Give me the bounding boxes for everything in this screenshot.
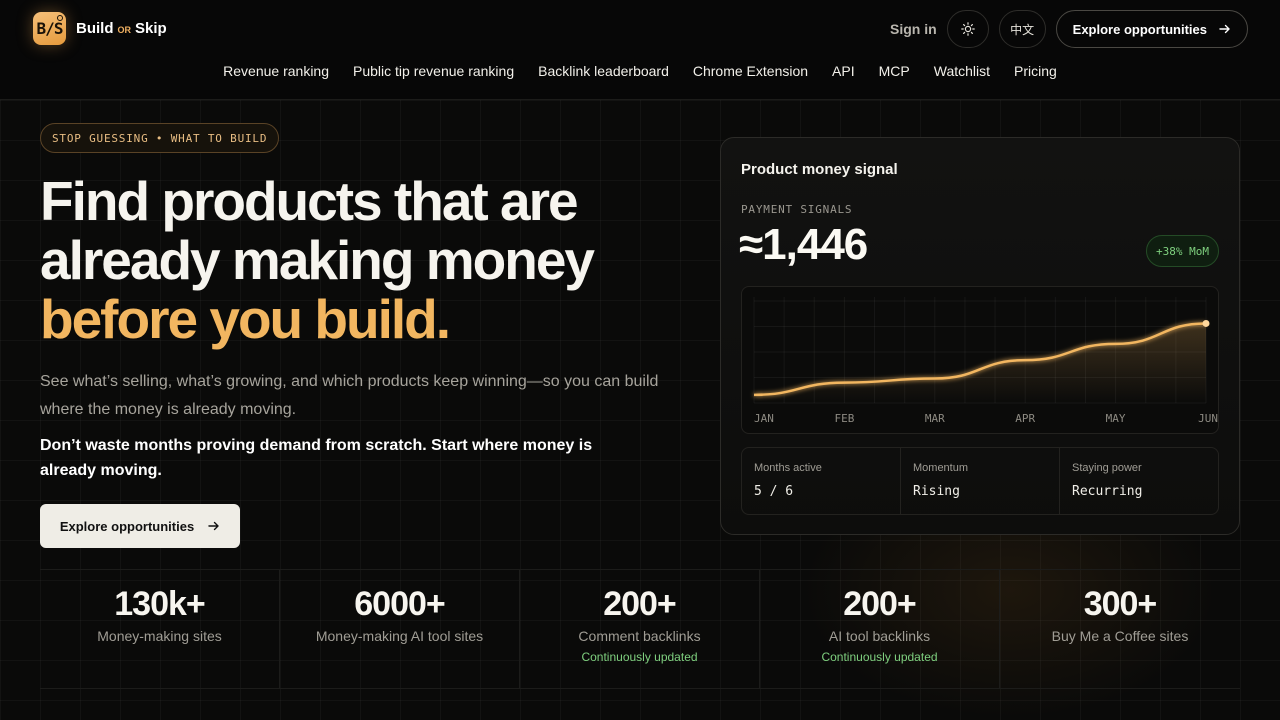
hero-title: Find products that are already making mo… [40,172,680,349]
nav-public-tip-revenue-ranking[interactable]: Public tip revenue ranking [353,63,514,79]
logo-mark-icon: B/S [33,12,66,45]
hero-title-line1: Find products that are [40,170,579,232]
signal-chart: JAN FEB MAR APR MAY JUN [741,286,1219,434]
signal-chart-svg: JAN FEB MAR APR MAY JUN [753,297,1218,425]
nav-pricing[interactable]: Pricing [1014,63,1057,79]
explore-opportunities-header-button[interactable]: Explore opportunities [1055,10,1248,48]
hero-subtitle: See what’s selling, what’s growing, and … [40,373,659,418]
stat-momentum: Momentum Rising [901,448,1060,514]
brand-part2: Skip [135,20,167,37]
stat-value: 5 / 6 [754,484,794,499]
metric-label: Money-making AI tool sites [315,628,484,644]
metric-item: 200+ AI tool backlinks Continuously upda… [760,570,1000,688]
brand-name: Build OR Skip [76,20,167,37]
metrics-row: 130k+ Money-making sites 6000+ Money-mak… [40,569,1240,689]
header-cta-label: Explore opportunities [1072,21,1207,37]
metric-label: Buy Me a Coffee sites [1051,628,1189,644]
metric-item: 200+ Comment backlinks Continuously upda… [520,570,760,688]
metric-number: 300+ [1083,585,1158,623]
metric-number: 200+ [843,585,917,623]
metric-label: Comment backlinks [578,628,701,644]
metric-note: Continuously updated [821,650,938,664]
hero-cta-label: Explore opportunities [59,518,195,534]
stat-label: Months active [754,462,822,474]
theme-toggle-button[interactable] [946,10,989,48]
stat-label: Staying power [1072,462,1142,474]
arrow-right-icon [208,521,219,531]
metric-item: 130k+ Money-making sites [40,570,280,688]
x-tick-label: JAN [754,412,774,425]
header-actions: Sign in 中文 Explore opportunities [890,10,1248,48]
x-tick-label: FEB [834,412,854,425]
stat-months-active: Months active 5 / 6 [742,448,901,514]
nav-watchlist[interactable]: Watchlist [934,63,990,79]
metric-number: 130k+ [114,585,206,623]
logo-dot-icon [57,15,63,21]
x-tick-label: APR [1015,412,1035,425]
metric-number: 6000+ [354,585,446,623]
site-header: B/S Build OR Skip Sign in 中文 Explore oppor… [0,0,1280,100]
metric-label: Money-making sites [97,628,222,644]
brand-or: OR [117,25,132,35]
stat-label: Momentum [913,462,969,474]
payment-signals-label: PAYMENT SIGNALS [741,203,853,216]
nav-mcp[interactable]: MCP [879,63,910,79]
metric-number: 200+ [603,585,677,623]
hero-title-line2: already making money [40,229,595,291]
signal-stats: Months active 5 / 6 Momentum Rising Stay… [741,447,1219,515]
stat-staying-power: Staying power Recurring [1060,448,1218,514]
explore-opportunities-button[interactable]: Explore opportunities [40,504,240,548]
x-tick-label: MAY [1106,412,1126,425]
hero-title-accent: before you build. [40,288,451,350]
hero-subtitle-bold: Don’t waste months proving demand from s… [40,437,593,479]
brand-part1: Build [76,20,114,37]
metric-note: Continuously updated [581,650,698,664]
logo-letters: B/S [36,19,64,38]
payment-signals-value: ≈1,446 [739,220,868,269]
language-button[interactable]: 中文 [998,10,1046,48]
series-area [754,323,1206,403]
main-nav: Revenue ranking Public tip revenue ranki… [0,63,1280,79]
brand-logo[interactable]: B/S Build OR Skip [33,12,167,45]
metric-item: 6000+ Money-making AI tool sites [280,570,520,688]
stat-value: Rising [913,484,960,499]
nav-revenue-ranking[interactable]: Revenue ranking [223,63,329,79]
sign-in-link[interactable]: Sign in [890,21,937,37]
hero-badge: STOP GUESSING • WHAT TO BUILD [40,123,280,153]
nav-api[interactable]: API [832,63,855,79]
x-tick-label: MAR [925,412,945,425]
sun-icon [960,22,975,36]
series-end-point [1202,319,1210,327]
card-title: Product money signal [741,161,898,178]
nav-backlink-leaderboard[interactable]: Backlink leaderboard [538,63,669,79]
nav-chrome-extension[interactable]: Chrome Extension [693,63,808,79]
money-signal-card: Product money signal PAYMENT SIGNALS ≈1,… [720,137,1240,535]
change-badge: +38% MoM [1146,235,1219,267]
metric-label: AI tool backlinks [828,628,931,644]
arrow-right-icon [1219,24,1230,34]
stat-value: Recurring [1072,484,1143,499]
x-tick-label: JUN [1198,412,1218,425]
metric-item: 300+ Buy Me a Coffee sites [1000,570,1240,688]
